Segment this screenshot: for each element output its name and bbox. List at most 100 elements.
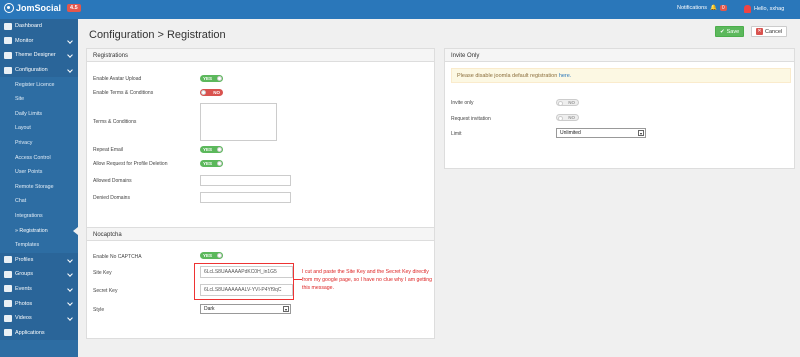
field-label: Enable Avatar Upload [93,76,142,82]
app-logo[interactable]: JomSocial 4.5 [4,3,81,13]
chevron-down-icon: ▾ [638,130,644,136]
version-badge: 4.5 [67,4,81,12]
annotation-connector [294,279,302,280]
sidebar-item-profiles[interactable]: Profiles [0,252,78,268]
sidebar-item-site[interactable]: Site [0,92,78,107]
field-label: Repeat Email [93,147,124,153]
panel-heading: Registrations [87,49,434,62]
terms-textarea[interactable] [200,103,277,141]
chevron-down-icon [67,256,73,263]
sidebar-item-layout[interactable]: Layout [0,121,78,136]
invite-only-panel: Invite Only Please disable joomla defaul… [444,48,795,169]
sidebar-item-label: Photos [15,300,33,307]
check-icon: ✔ [720,28,725,35]
sidebar-item-label: Remote Storage [15,183,54,190]
chevron-down-icon: ▾ [283,306,289,312]
style-select[interactable]: Dark ▾ [200,304,291,314]
sidebar-item-label: Profiles [15,256,34,263]
limit-select[interactable]: Unlimited ▾ [556,128,646,138]
sidebar-item-label: Chat [15,198,27,205]
chevron-down-icon [67,285,73,292]
monitor-icon [4,37,12,45]
sidebar-item-label: Groups [15,271,34,278]
invite-only-toggle[interactable]: NO [556,99,579,106]
app-name: JomSocial [16,3,62,13]
save-button[interactable]: ✔ Save [715,26,745,37]
sidebar-item-privacy[interactable]: Privacy [0,136,78,151]
denied-domains-input[interactable] [200,192,291,203]
sidebar-item-events[interactable]: Events [0,281,78,297]
camera-icon [4,300,12,308]
panel-heading: Nocaptcha [87,228,434,241]
allow-deletion-toggle[interactable]: YES [200,160,223,167]
disable-registration-link[interactable]: here. [559,73,572,79]
chevron-down-icon [67,315,73,321]
avatar-icon [744,5,751,13]
request-invitation-toggle[interactable]: NO [556,114,579,121]
enable-terms-toggle[interactable]: NO [200,89,223,96]
sidebar-item-applications[interactable]: Applications [0,325,78,341]
field-label: Secret Key [93,288,118,294]
sidebar-item-registration[interactable]: » Registration [0,223,78,238]
dashboard-icon [4,22,12,30]
chevron-down-icon [67,300,73,307]
field-label: Enable Terms & Conditions [93,90,154,96]
sidebar-item-label: Access Control [15,154,51,161]
field-label: Denied Domains [93,195,130,201]
sidebar-item-label: Monitor [15,37,34,44]
sidebar-item-label: Dashboard [15,23,42,30]
sidebar-item-label: Privacy [15,140,33,147]
bell-icon: 🔔 [709,5,717,11]
sidebar-item-label: Site [15,96,25,103]
page-title: Configuration > Registration [89,29,226,41]
sidebar-item-register-licence[interactable]: Register Licence [0,77,78,92]
sidebar-item-remote-storage[interactable]: Remote Storage [0,180,78,195]
sidebar-item-label: » Registration [15,227,48,234]
sidebar-item-videos[interactable]: Videos [0,310,78,326]
sidebar-item-label: Events [15,285,32,292]
sidebar-item-label: Register Licence [15,81,55,88]
sidebar-item-dashboard[interactable]: Dashboard [0,19,78,34]
field-label: Style [93,307,105,313]
sidebar-item-label: Videos [15,315,32,322]
sidebar-item-templates[interactable]: Templates [0,238,78,253]
registrations-panel: Registrations Enable Avatar Upload YES E… [86,48,435,233]
sidebar-item-label: Layout [15,125,31,132]
notifications-button[interactable]: Notifications 🔔 0 [677,5,727,11]
sidebar-item-daily-limits[interactable]: Daily Limits [0,107,78,122]
user-greeting: Hello, sxhag [754,6,785,12]
enable-avatar-toggle[interactable]: YES [200,75,223,82]
annotation-highlight-box [194,263,294,300]
field-label: Site Key [93,270,112,276]
chevron-down-icon [67,271,73,277]
sidebar-item-chat[interactable]: Chat [0,194,78,209]
calendar-icon [4,285,12,293]
panel-heading: Invite Only [445,49,794,62]
sidebar-item-monitor[interactable]: Monitor [0,33,78,49]
allowed-domains-input[interactable] [200,175,291,186]
alert-message: Please disable joomla default registrati… [451,68,791,83]
sidebar-item-user-points[interactable]: User Points [0,165,78,180]
sidebar-item-label: Configuration [15,67,48,74]
field-label: Enable No CAPTCHA [93,254,142,260]
sidebar: Dashboard Monitor Theme Designer Configu… [0,19,78,357]
jomsocial-logo-icon [4,3,14,13]
user-icon [4,256,12,264]
chevron-down-icon [67,37,73,44]
sidebar-item-photos[interactable]: Photos [0,296,78,311]
sidebar-item-access-control[interactable]: Access Control [0,150,78,165]
enable-nocaptcha-toggle[interactable]: YES [200,252,223,259]
repeat-email-toggle[interactable]: YES [200,146,223,153]
sidebar-item-groups[interactable]: Groups [0,267,78,282]
sidebar-item-label: Integrations [15,213,43,220]
sidebar-item-configuration[interactable]: Configuration [0,62,78,78]
cancel-button[interactable]: ✕ Cancel [751,26,788,37]
cube-icon [4,329,12,337]
user-menu[interactable]: Hello, sxhag [744,5,784,13]
field-label: Request invitation [451,116,491,122]
sidebar-item-integrations[interactable]: Integrations [0,209,78,224]
sidebar-item-theme-designer[interactable]: Theme Designer [0,48,78,63]
chevron-down-icon [67,66,73,73]
chevron-down-icon [67,52,73,59]
field-label: Terms & Conditions [93,119,137,125]
